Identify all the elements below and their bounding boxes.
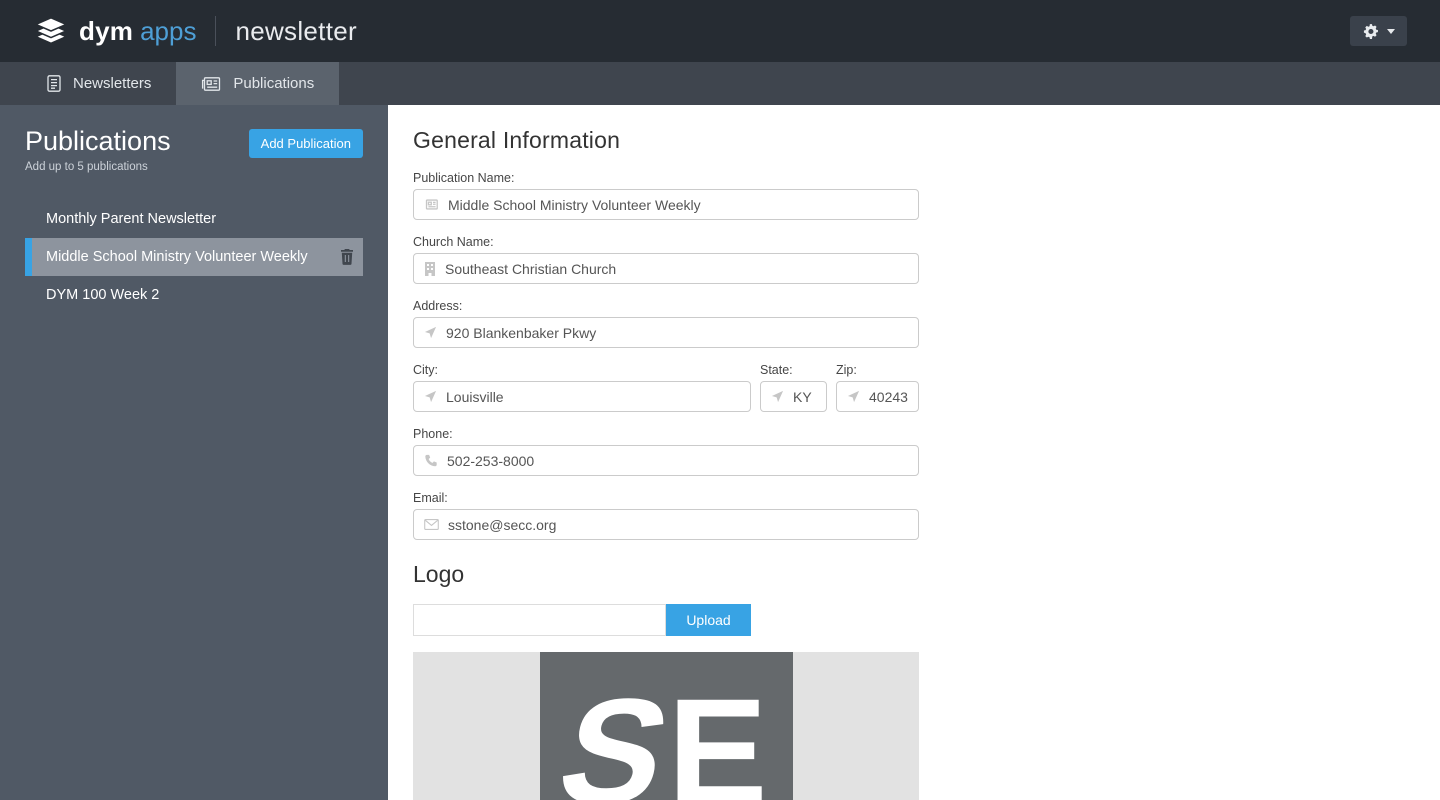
- field-publication-name: Publication Name:: [413, 171, 1440, 220]
- dym-layers-logo-icon: [34, 16, 68, 46]
- city-label: City:: [413, 363, 438, 377]
- publication-list: Monthly Parent Newsletter Middle School …: [25, 200, 363, 314]
- upload-button[interactable]: Upload: [666, 604, 751, 636]
- brand: dym apps: [34, 16, 196, 47]
- field-church-name: Church Name:: [413, 235, 1440, 284]
- publication-name-input[interactable]: [448, 196, 912, 213]
- state-input-wrap: [760, 381, 827, 412]
- state-input[interactable]: [793, 388, 820, 405]
- phone-input-wrap: [413, 445, 919, 476]
- email-input-wrap: [413, 509, 919, 540]
- city-input[interactable]: [446, 388, 744, 405]
- address-input-wrap: [413, 317, 919, 348]
- logo-heading: Logo: [413, 561, 465, 587]
- header-divider: [215, 16, 217, 46]
- phone-label: Phone:: [413, 427, 453, 441]
- state-label: State:: [760, 363, 793, 377]
- email-input[interactable]: [448, 516, 912, 533]
- location-arrow-icon: [847, 390, 860, 403]
- app-window: dym apps newsletter Newsletters Publicat…: [0, 0, 1440, 800]
- publication-list-item-selected[interactable]: Middle School Ministry Volunteer Weekly: [25, 238, 363, 277]
- publication-item-label: Monthly Parent Newsletter: [46, 211, 217, 228]
- publication-item-label: Middle School Ministry Volunteer Weekly: [46, 249, 308, 266]
- phone-input[interactable]: [447, 452, 912, 469]
- logo-preview: SE: [413, 652, 919, 800]
- app-title: newsletter: [235, 15, 357, 46]
- logo-upload-row: Upload: [413, 604, 751, 636]
- add-publication-button[interactable]: Add Publication: [248, 129, 363, 158]
- zip-input-wrap: [836, 381, 919, 412]
- location-arrow-icon: [424, 326, 437, 339]
- brand-dym: dym: [79, 15, 134, 46]
- field-phone: Phone:: [413, 427, 1440, 476]
- envelope-icon: [424, 519, 439, 530]
- sidebar-title-block: Publications Add up to 5 publications: [25, 126, 171, 174]
- newspaper-icon: [424, 198, 439, 211]
- email-label: Email:: [413, 491, 448, 505]
- address-input[interactable]: [446, 324, 912, 341]
- tab-newsletters[interactable]: Newsletters: [20, 62, 176, 105]
- church-name-label: Church Name:: [413, 235, 494, 249]
- publication-list-item[interactable]: DYM 100 Week 2: [25, 276, 363, 314]
- tab-label: Newsletters: [73, 75, 152, 92]
- tab-publications[interactable]: Publications: [176, 62, 340, 105]
- app-header: dym apps newsletter: [0, 0, 1440, 62]
- tab-bar: Newsletters Publications: [0, 62, 1440, 105]
- field-state: State:: [760, 363, 827, 412]
- field-city: City:: [413, 363, 751, 412]
- publications-sidebar: Publications Add up to 5 publications Ad…: [0, 105, 388, 800]
- phone-icon: [424, 454, 438, 468]
- sidebar-subtitle: Add up to 5 publications: [25, 161, 148, 174]
- caret-down-icon: [1387, 28, 1395, 34]
- field-address: Address:: [413, 299, 1440, 348]
- building-icon: [424, 261, 436, 276]
- settings-menu-button[interactable]: [1350, 16, 1407, 46]
- field-row-city-state-zip: City: State:: [413, 363, 1440, 412]
- logo-se-monogram: SE: [544, 667, 768, 800]
- sidebar-title: Publications: [25, 126, 171, 156]
- sidebar-header: Publications Add up to 5 publications Ad…: [25, 127, 363, 173]
- zip-label: Zip:: [836, 363, 857, 377]
- address-label: Address:: [413, 299, 463, 313]
- city-input-wrap: [413, 381, 751, 412]
- logo-file-input-wrap: [413, 604, 666, 636]
- newsletters-document-icon: [45, 74, 62, 93]
- publications-newspaper-icon: [201, 75, 222, 93]
- publication-form: General Information Publication Name: C: [388, 105, 1440, 800]
- field-zip: Zip:: [836, 363, 919, 412]
- church-name-input-wrap: [413, 253, 919, 284]
- publication-item-label: DYM 100 Week 2: [46, 287, 160, 304]
- publication-name-input-wrap: [413, 189, 919, 220]
- logo-file-input[interactable]: [414, 612, 665, 628]
- publication-name-label: Publication Name:: [413, 171, 515, 185]
- church-name-input[interactable]: [445, 260, 912, 277]
- location-arrow-icon: [424, 390, 437, 403]
- content-area: Publications Add up to 5 publications Ad…: [0, 105, 1440, 800]
- trash-icon[interactable]: [340, 249, 354, 266]
- location-arrow-icon: [771, 390, 784, 403]
- publication-list-item[interactable]: Monthly Parent Newsletter: [25, 200, 363, 238]
- gear-icon: [1362, 23, 1379, 40]
- tab-label: Publications: [233, 75, 315, 92]
- general-information-heading: General Information: [413, 127, 621, 153]
- field-email: Email:: [413, 491, 1440, 540]
- brand-apps: apps: [140, 15, 197, 46]
- logo-preview-image: SE: [540, 652, 793, 800]
- zip-input[interactable]: [869, 388, 912, 405]
